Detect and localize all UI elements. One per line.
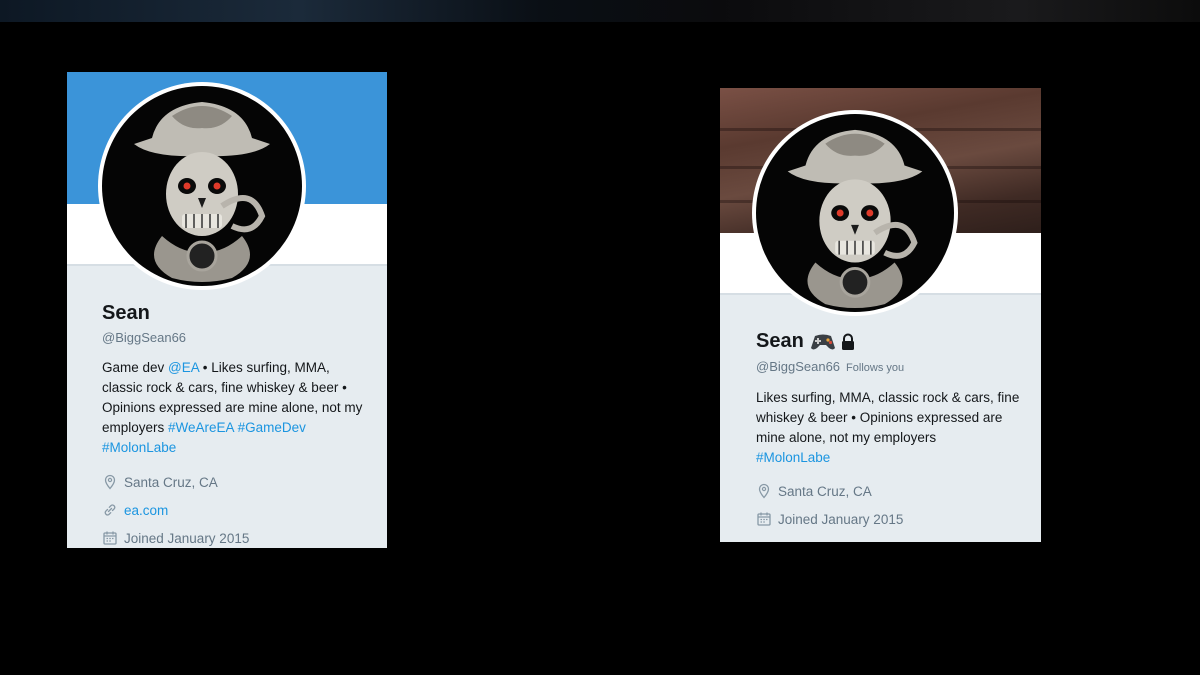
- profile-avatar[interactable]: [98, 82, 306, 290]
- location-pin-icon: [104, 474, 116, 490]
- profile-joined: Joined January 2015: [102, 530, 249, 546]
- top-edge-glow: [0, 0, 1200, 22]
- link-icon: [104, 504, 116, 516]
- hashtag-link-molonlabe[interactable]: #MolonLabe: [102, 440, 176, 455]
- mention-link-ea[interactable]: @EA: [168, 360, 199, 375]
- bio-text: Game dev: [102, 360, 169, 375]
- hashtag-link-weareea[interactable]: #WeAreEA: [168, 420, 234, 435]
- calendar-icon: [103, 531, 117, 545]
- profile-location: Santa Cruz, CA: [756, 483, 872, 499]
- profile-location: Santa Cruz, CA: [102, 474, 218, 490]
- profile-bio: Game dev @EA • Likes surfing, MMA, class…: [102, 358, 372, 458]
- skull-cowboy-avatar-image: [756, 114, 954, 312]
- hashtag-link-gamedev[interactable]: #GameDev: [238, 420, 306, 435]
- profile-handle-row: @BiggSean66 Follows you: [756, 359, 904, 374]
- location-text: Santa Cruz, CA: [124, 474, 218, 490]
- profile-website: ea.com: [102, 502, 168, 518]
- lock-icon: [841, 333, 854, 350]
- profile-card-right: Sean @BiggSean66 Follows you Likes surfin…: [720, 88, 1041, 542]
- profile-handle[interactable]: @BiggSean66: [102, 330, 186, 345]
- hashtag-link-molonlabe[interactable]: #MolonLabe: [756, 450, 830, 465]
- website-link[interactable]: ea.com: [124, 503, 168, 518]
- skull-cowboy-avatar-image: [102, 86, 302, 286]
- calendar-icon: [757, 512, 771, 526]
- profile-card-left: Sean @BiggSean66 Game dev @EA • Likes su…: [67, 72, 387, 548]
- bio-text: Likes surfing, MMA, classic rock & cars,…: [756, 390, 1020, 445]
- location-pin-icon: [758, 483, 770, 499]
- follows-you-badge: Follows you: [846, 362, 905, 374]
- joined-text: Joined January 2015: [778, 511, 904, 527]
- gamepad-icon: [810, 334, 835, 349]
- profile-handle[interactable]: @BiggSean66: [756, 359, 840, 374]
- profile-name: Sean: [756, 330, 804, 352]
- profile-name: Sean: [102, 302, 150, 324]
- profile-name-row: Sean: [756, 330, 856, 353]
- profile-joined: Joined January 2015: [756, 511, 903, 527]
- profile-bio: Likes surfing, MMA, classic rock & cars,…: [756, 388, 1031, 468]
- joined-text: Joined January 2015: [124, 530, 250, 546]
- location-text: Santa Cruz, CA: [778, 483, 872, 499]
- profile-avatar[interactable]: [752, 110, 958, 316]
